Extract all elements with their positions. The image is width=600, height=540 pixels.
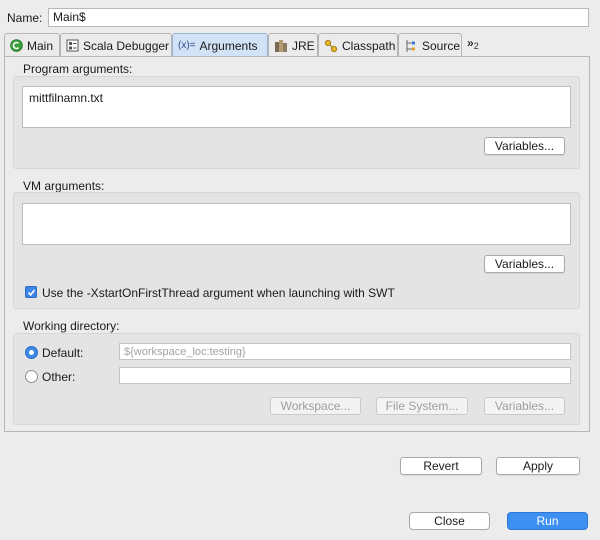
classpath-icon [324, 39, 338, 53]
vm-arguments-input[interactable] [22, 203, 571, 245]
other-directory-field[interactable] [119, 367, 571, 384]
xstart-checkbox[interactable] [25, 286, 37, 298]
tab-label: Main [27, 38, 54, 53]
jre-icon [274, 39, 288, 53]
vm-variables-button[interactable]: Variables... [484, 255, 565, 273]
tab-arguments[interactable]: (x)= Arguments [172, 33, 268, 57]
default-radio[interactable] [25, 346, 38, 359]
tab-label: Arguments [199, 38, 258, 53]
name-input[interactable]: Main$ [48, 8, 589, 27]
source-icon [404, 39, 418, 53]
xstart-checkbox-label: Use the -XstartOnFirstThread argument wh… [42, 286, 395, 300]
program-arguments-title: Program arguments: [23, 62, 133, 76]
tab-label: JRE [292, 38, 315, 53]
name-label: Name: [7, 11, 43, 25]
default-label: Default: [42, 346, 84, 360]
debugger-icon [66, 39, 79, 52]
tab-classpath[interactable]: Classpath [318, 33, 398, 57]
checkmark-icon [27, 288, 35, 296]
working-variables-button[interactable]: Variables... [484, 397, 565, 415]
program-variables-button[interactable]: Variables... [484, 137, 565, 155]
overflow-chevron-icon: » [467, 36, 474, 50]
tab-bar: Main Scala Debugger (x)= Arguments JRE C… [4, 33, 590, 57]
close-button[interactable]: Close [409, 512, 490, 530]
tab-scala-debugger[interactable]: Scala Debugger [60, 33, 172, 57]
arguments-icon: (x)= [178, 40, 196, 51]
apply-button[interactable]: Apply [496, 457, 580, 475]
main-circle-icon [10, 39, 23, 52]
tab-main[interactable]: Main [4, 33, 60, 57]
working-directory-title: Working directory: [23, 319, 120, 333]
tab-label: Classpath [342, 38, 396, 53]
tab-jre[interactable]: JRE [268, 33, 318, 57]
tab-label: Source [422, 38, 461, 53]
default-directory-field: ${workspace_loc:testing} [119, 343, 571, 360]
run-button[interactable]: Run [507, 512, 588, 530]
tab-label: Scala Debugger [83, 38, 170, 53]
program-arguments-input[interactable]: mittfilnamn.txt [22, 86, 571, 128]
workspace-button[interactable]: Workspace... [270, 397, 361, 415]
other-label: Other: [42, 370, 76, 384]
vm-arguments-title: VM arguments: [23, 179, 105, 193]
overflow-count: 2 [473, 41, 479, 51]
revert-button[interactable]: Revert [400, 457, 482, 475]
tab-source[interactable]: Source [398, 33, 462, 57]
file-system-button[interactable]: File System... [376, 397, 468, 415]
tab-overflow-button[interactable]: »2 [467, 36, 479, 51]
other-radio[interactable] [25, 370, 38, 383]
